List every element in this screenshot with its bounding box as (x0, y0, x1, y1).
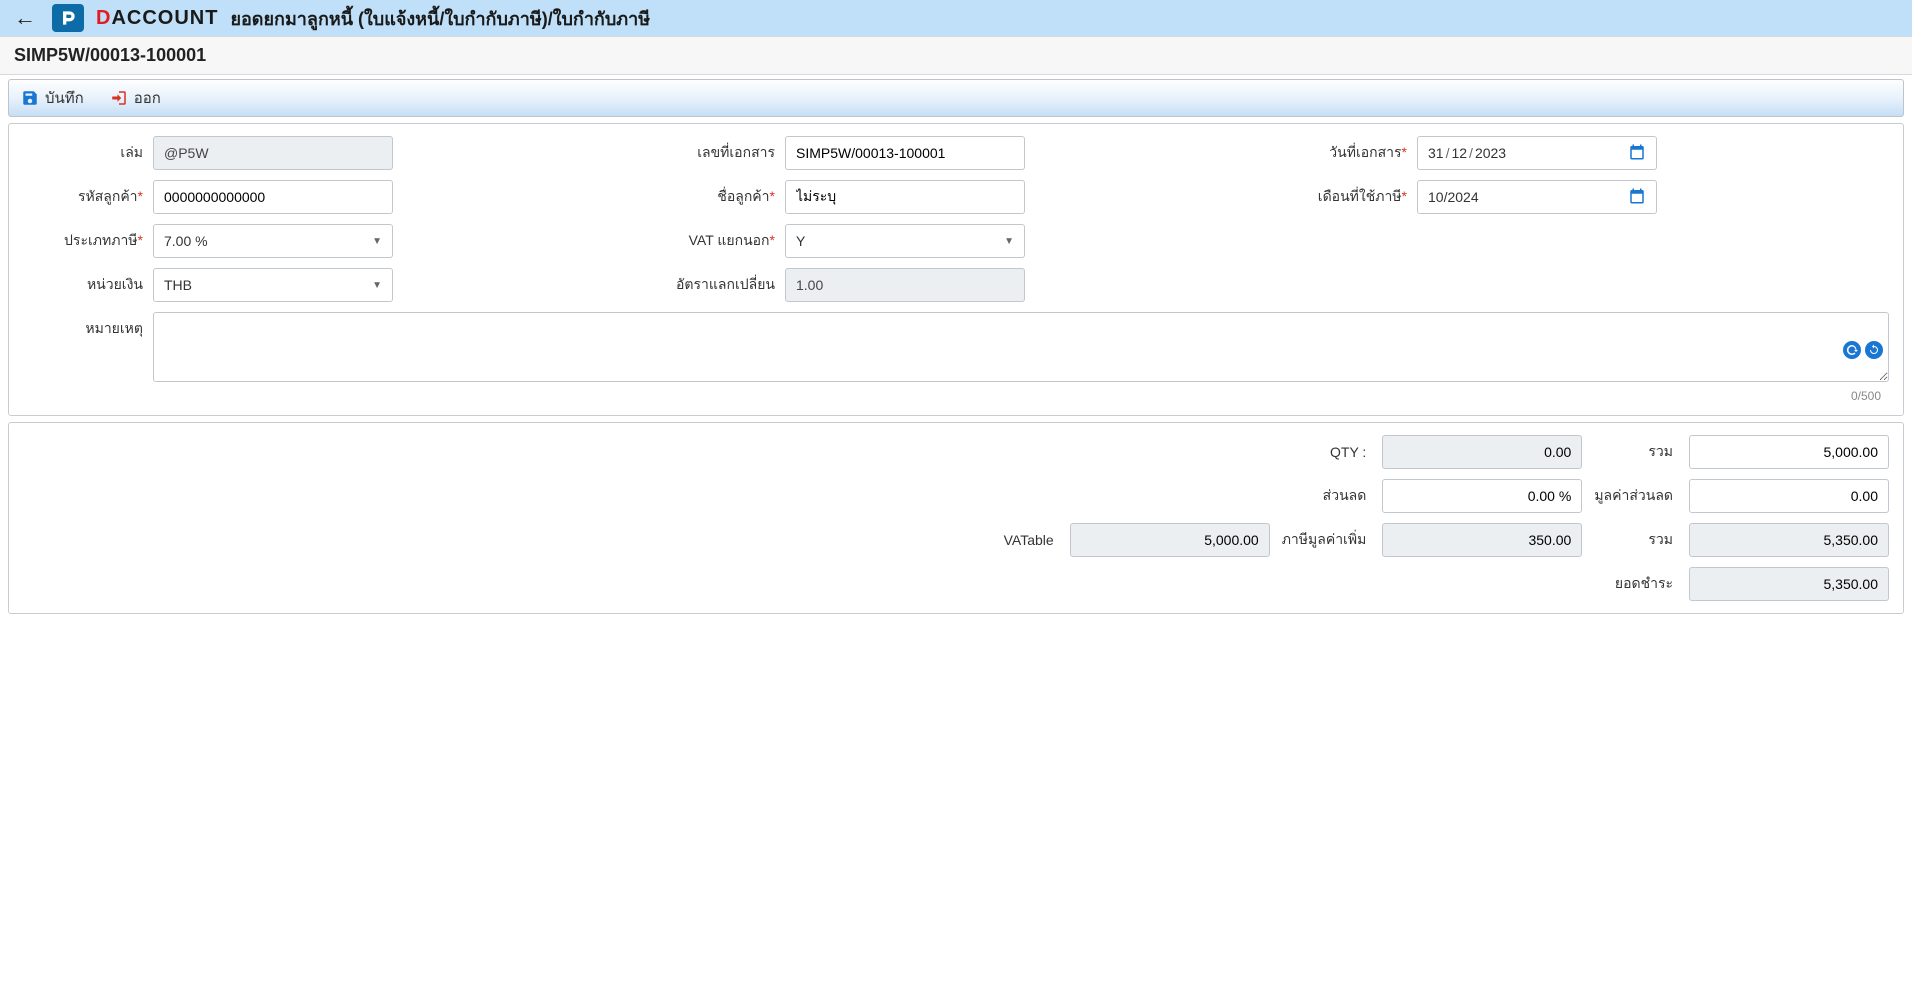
exit-button-label: ออก (134, 86, 161, 110)
app-logo-icon (52, 4, 84, 32)
qty-label: QTY : (1282, 444, 1371, 460)
vatsep-value: Y (796, 233, 805, 249)
custcode-row: รหัสลูกค้า* (23, 180, 625, 214)
sub-header: SIMP5W/00013-100001 (0, 36, 1912, 75)
currency-value: THB (164, 277, 192, 293)
book-label: เล่ม (23, 142, 153, 164)
remark-textarea[interactable] (153, 312, 1889, 382)
taxtype-value: 7.00 % (164, 233, 208, 249)
docdate-month: 12 (1451, 145, 1467, 161)
vatable-label: VATable (1004, 532, 1058, 548)
grammarly-icon[interactable] (1843, 341, 1861, 359)
save-button-label: บันทึก (45, 86, 84, 110)
calendar-icon[interactable] (1628, 143, 1646, 164)
brand-rest: ACCOUNT (111, 7, 218, 29)
chevron-down-icon: ▼ (372, 280, 382, 291)
qty-value (1382, 435, 1582, 469)
total2-value (1689, 523, 1889, 557)
custcode-input[interactable] (153, 180, 393, 214)
vatsep-label: VAT แยกนอก* (655, 230, 785, 252)
docdate-row: วันที่เอกสาร* 31/12/2023 (1287, 136, 1889, 170)
save-button[interactable]: บันทึก (17, 84, 88, 112)
currency-label: หน่วยเงิน (23, 274, 153, 296)
document-number-title: SIMP5W/00013-100001 (14, 45, 1898, 66)
taxtype-select[interactable]: 7.00 % ▼ (153, 224, 393, 258)
discount-label: ส่วนลด (1282, 485, 1371, 507)
currency-row: หน่วยเงิน THB ▼ (23, 268, 625, 302)
custname-row: ชื่อลูกค้า* (655, 180, 1257, 214)
refresh-icon[interactable] (1865, 341, 1883, 359)
taxmonth-input[interactable]: 10/2024 (1417, 180, 1657, 214)
taxmonth-row: เดือนที่ใช้ภาษี* 10/2024 (1287, 180, 1889, 214)
taxtype-row: ประเภทภาษี* 7.00 % ▼ (23, 224, 625, 258)
book-row: เล่ม (23, 136, 625, 170)
book-input (153, 136, 393, 170)
docno-row: เลขที่เอกสาร (655, 136, 1257, 170)
page-title: ยอดยกมาลูกหนี้ (ใบแจ้งหนี้/ใบกำกับภาษี)/… (230, 4, 650, 33)
totals-panel: QTY : รวม ส่วนลด มูลค่าส่วนลด VATable ภา… (8, 422, 1904, 614)
total1-value[interactable] (1689, 435, 1889, 469)
top-header: ← DACCOUNT ยอดยกมาลูกหนี้ (ใบแจ้งหนี้/ใบ… (0, 0, 1912, 36)
brand-letter-d: D (96, 7, 111, 29)
custname-input[interactable] (785, 180, 1025, 214)
custname-label: ชื่อลูกค้า* (655, 186, 785, 208)
save-icon (21, 89, 39, 107)
net-value (1689, 567, 1889, 601)
rate-input (785, 268, 1025, 302)
total2-label: รวม (1594, 529, 1677, 551)
brand-name: DACCOUNT (96, 7, 218, 30)
chevron-down-icon: ▼ (372, 236, 382, 247)
docdate-label: วันที่เอกสาร* (1287, 142, 1417, 164)
custcode-label: รหัสลูกค้า* (23, 186, 153, 208)
taxtype-label: ประเภทภาษี* (23, 230, 153, 252)
docno-input[interactable] (785, 136, 1025, 170)
exit-button[interactable]: ออก (106, 84, 165, 112)
taxmonth-label: เดือนที่ใช้ภาษี* (1287, 186, 1417, 208)
back-arrow-icon[interactable]: ← (10, 5, 40, 31)
exit-icon (110, 89, 128, 107)
rate-label: อัตราแลกเปลี่ยน (655, 274, 785, 296)
vatable-value (1070, 523, 1270, 557)
docdate-input[interactable]: 31/12/2023 (1417, 136, 1657, 170)
total1-label: รวม (1594, 441, 1677, 463)
remark-label: หมายเหตุ (23, 312, 153, 340)
chevron-down-icon: ▼ (1004, 236, 1014, 247)
docdate-year: 2023 (1475, 145, 1506, 161)
discamount-value[interactable] (1689, 479, 1889, 513)
taxmonth-value: 10/2024 (1428, 189, 1479, 205)
docno-label: เลขที่เอกสาร (655, 142, 785, 164)
calendar-icon[interactable] (1628, 187, 1646, 208)
vatsep-select[interactable]: Y ▼ (785, 224, 1025, 258)
discount-value[interactable] (1382, 479, 1582, 513)
vat-value (1382, 523, 1582, 557)
form-panel: เล่ม เลขที่เอกสาร วันที่เอกสาร* 31/12/20… (8, 123, 1904, 416)
toolbar: บันทึก ออก (8, 79, 1904, 117)
vatsep-row: VAT แยกนอก* Y ▼ (655, 224, 1257, 258)
net-label: ยอดชำระ (1594, 573, 1677, 595)
rate-row: อัตราแลกเปลี่ยน (655, 268, 1257, 302)
vat-label: ภาษีมูลค่าเพิ่ม (1282, 529, 1371, 551)
currency-select[interactable]: THB ▼ (153, 268, 393, 302)
docdate-day: 31 (1428, 145, 1444, 161)
remark-row: หมายเหตุ 0/500 (23, 312, 1889, 385)
char-counter: 0/500 (1851, 389, 1881, 403)
discamount-label: มูลค่าส่วนลด (1594, 485, 1677, 507)
